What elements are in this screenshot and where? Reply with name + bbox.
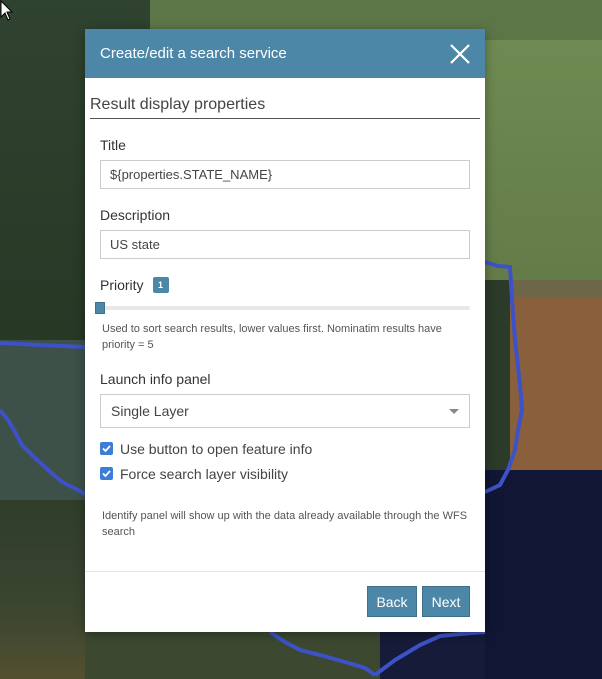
priority-label: Priority (100, 277, 144, 293)
back-button[interactable]: Back (367, 586, 417, 617)
feature-info-checkbox-row: Use button to open feature info (100, 436, 470, 461)
force-visibility-checkbox-label[interactable]: Force search layer visibility (120, 466, 288, 482)
priority-row: Priority 1 (100, 277, 470, 293)
dialog-header: Create/edit a search service (85, 29, 485, 78)
chevron-down-icon (449, 408, 459, 414)
priority-value-badge: 1 (152, 277, 169, 293)
feature-info-checkbox[interactable] (100, 442, 113, 455)
priority-slider[interactable] (95, 302, 470, 316)
description-label: Description (100, 207, 171, 223)
close-icon[interactable] (449, 43, 471, 65)
force-visibility-checkbox-row: Force search layer visibility (100, 461, 470, 486)
state-boundary-bottom (268, 630, 377, 677)
section-title: Result display properties (90, 96, 480, 119)
launch-info-panel-value: Single Layer (111, 403, 189, 419)
title-label: Title (100, 137, 126, 153)
next-button[interactable]: Next (422, 586, 470, 617)
state-boundary-bottom-2 (373, 630, 486, 677)
force-visibility-checkbox[interactable] (100, 467, 113, 480)
slider-track (100, 306, 470, 310)
description-input[interactable] (100, 230, 470, 259)
mouse-cursor-icon (0, 0, 14, 21)
checkmark-icon (102, 470, 111, 478)
identify-help-text: Identify panel will show up with the dat… (102, 510, 468, 538)
priority-help-text: Used to sort search results, lower value… (102, 323, 442, 351)
dialog-body: Title Description Priority 1 Used to sor… (85, 137, 485, 540)
dialog-title: Create/edit a search service (100, 45, 287, 62)
title-input[interactable] (100, 160, 470, 189)
checkmark-icon (102, 445, 111, 453)
state-boundary-right (484, 260, 525, 494)
launch-info-panel-label: Launch info panel (100, 371, 211, 387)
footer-divider (85, 571, 485, 572)
state-boundary-left-coast (0, 408, 86, 496)
launch-info-panel-select[interactable]: Single Layer (100, 394, 470, 428)
search-service-dialog: Create/edit a search service Result disp… (85, 29, 485, 632)
state-boundary-left (0, 341, 86, 349)
slider-handle[interactable] (95, 302, 105, 314)
feature-info-checkbox-label[interactable]: Use button to open feature info (120, 441, 312, 457)
